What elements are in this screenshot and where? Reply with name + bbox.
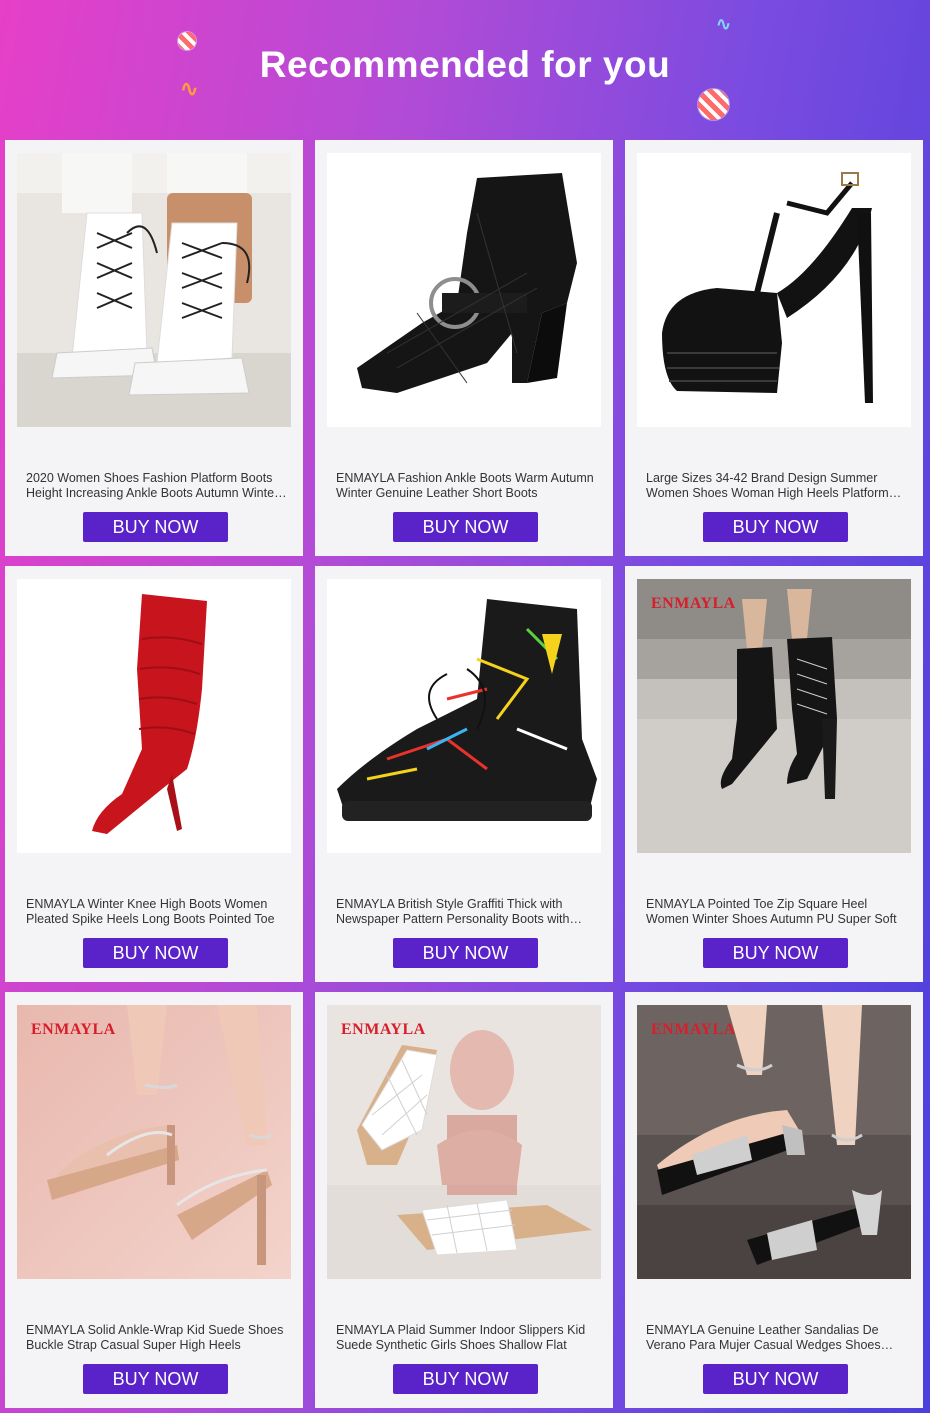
white-quilted-slide-image	[327, 1005, 601, 1279]
buy-now-button[interactable]: BUY NOW	[703, 1364, 848, 1394]
buy-now-button[interactable]: BUY NOW	[83, 1364, 228, 1394]
silver-block-heel-sandal-image	[637, 1005, 911, 1279]
product-card[interactable]: ENMAYLA Fashion Ankle Boots Warm Autumn …	[315, 140, 613, 556]
product-image[interactable]	[17, 153, 291, 427]
black-pointed-lace-up-boot-image	[637, 579, 911, 853]
confetti-squiggle-icon: ∿	[716, 14, 732, 34]
product-title[interactable]: 2020 Women Shoes Fashion Platform Boots …	[26, 471, 288, 501]
product-title[interactable]: Large Sizes 34-42 Brand Design Summer Wo…	[646, 471, 908, 501]
buy-now-button[interactable]: BUY NOW	[393, 1364, 538, 1394]
brand-watermark: ENMAYLA	[651, 1021, 736, 1038]
page-title: Recommended for you	[259, 44, 671, 85]
product-title[interactable]: ENMAYLA Fashion Ankle Boots Warm Autumn …	[336, 471, 598, 501]
product-image[interactable]	[327, 579, 601, 853]
product-image[interactable]	[17, 579, 291, 853]
graffiti-print-boot-image	[327, 579, 601, 853]
product-image[interactable]	[637, 153, 911, 427]
black-t-strap-platform-heel-image	[637, 153, 911, 427]
recommendations-header: ∿ ∿ Recommended for you	[0, 0, 930, 138]
brand-watermark: ENMAYLA	[341, 1021, 426, 1038]
black-croc-ankle-boot-image	[327, 153, 601, 427]
product-image[interactable]: ENMAYLA	[637, 1005, 911, 1279]
product-card[interactable]: ENMAYLA Winter Knee High Boots Women Ple…	[5, 566, 303, 982]
product-title[interactable]: ENMAYLA Winter Knee High Boots Women Ple…	[26, 897, 288, 927]
product-card[interactable]: ENMAYLA ENMAYLA Plaid Summer Indoor Slip…	[315, 992, 613, 1408]
product-card[interactable]: 2020 Women Shoes Fashion Platform Boots …	[5, 140, 303, 556]
buy-now-button[interactable]: BUY NOW	[703, 512, 848, 542]
brand-watermark: ENMAYLA	[31, 1021, 116, 1038]
striped-ball-icon	[698, 89, 729, 120]
product-image[interactable]: ENMAYLA	[17, 1005, 291, 1279]
product-title[interactable]: ENMAYLA Plaid Summer Indoor Slippers Kid…	[336, 1323, 598, 1353]
buy-now-button[interactable]: BUY NOW	[393, 938, 538, 968]
product-image[interactable]: ENMAYLA	[327, 1005, 601, 1279]
product-title[interactable]: ENMAYLA British Style Graffiti Thick wit…	[336, 897, 598, 927]
nude-ankle-strap-sandal-image	[17, 1005, 291, 1279]
product-title[interactable]: ENMAYLA Solid Ankle-Wrap Kid Suede Shoes…	[26, 1323, 288, 1353]
red-knee-high-boot-image	[17, 579, 291, 853]
product-card[interactable]: ENMAYLA British Style Graffiti Thick wit…	[315, 566, 613, 982]
buy-now-button[interactable]: BUY NOW	[703, 938, 848, 968]
product-title[interactable]: ENMAYLA Genuine Leather Sandalias De Ver…	[646, 1323, 908, 1353]
buy-now-button[interactable]: BUY NOW	[83, 512, 228, 542]
product-card[interactable]: ENMAYLA ENMAYLA Solid Ankle-Wrap Kid Sue…	[5, 992, 303, 1408]
product-title[interactable]: ENMAYLA Pointed Toe Zip Square Heel Wome…	[646, 897, 908, 927]
white-lace-up-boots-image	[17, 153, 291, 427]
product-card[interactable]: Large Sizes 34-42 Brand Design Summer Wo…	[625, 140, 923, 556]
buy-now-button[interactable]: BUY NOW	[393, 512, 538, 542]
buy-now-button[interactable]: BUY NOW	[83, 938, 228, 968]
brand-watermark: ENMAYLA	[651, 595, 736, 612]
product-card[interactable]: ENMAYLA ENMAYLA Genuine Leather Sandalia…	[625, 992, 923, 1408]
product-card[interactable]: ENMAYLA ENMAYLA Pointed Toe Zip Square H…	[625, 566, 923, 982]
product-image[interactable]	[327, 153, 601, 427]
product-image[interactable]: ENMAYLA	[637, 579, 911, 853]
